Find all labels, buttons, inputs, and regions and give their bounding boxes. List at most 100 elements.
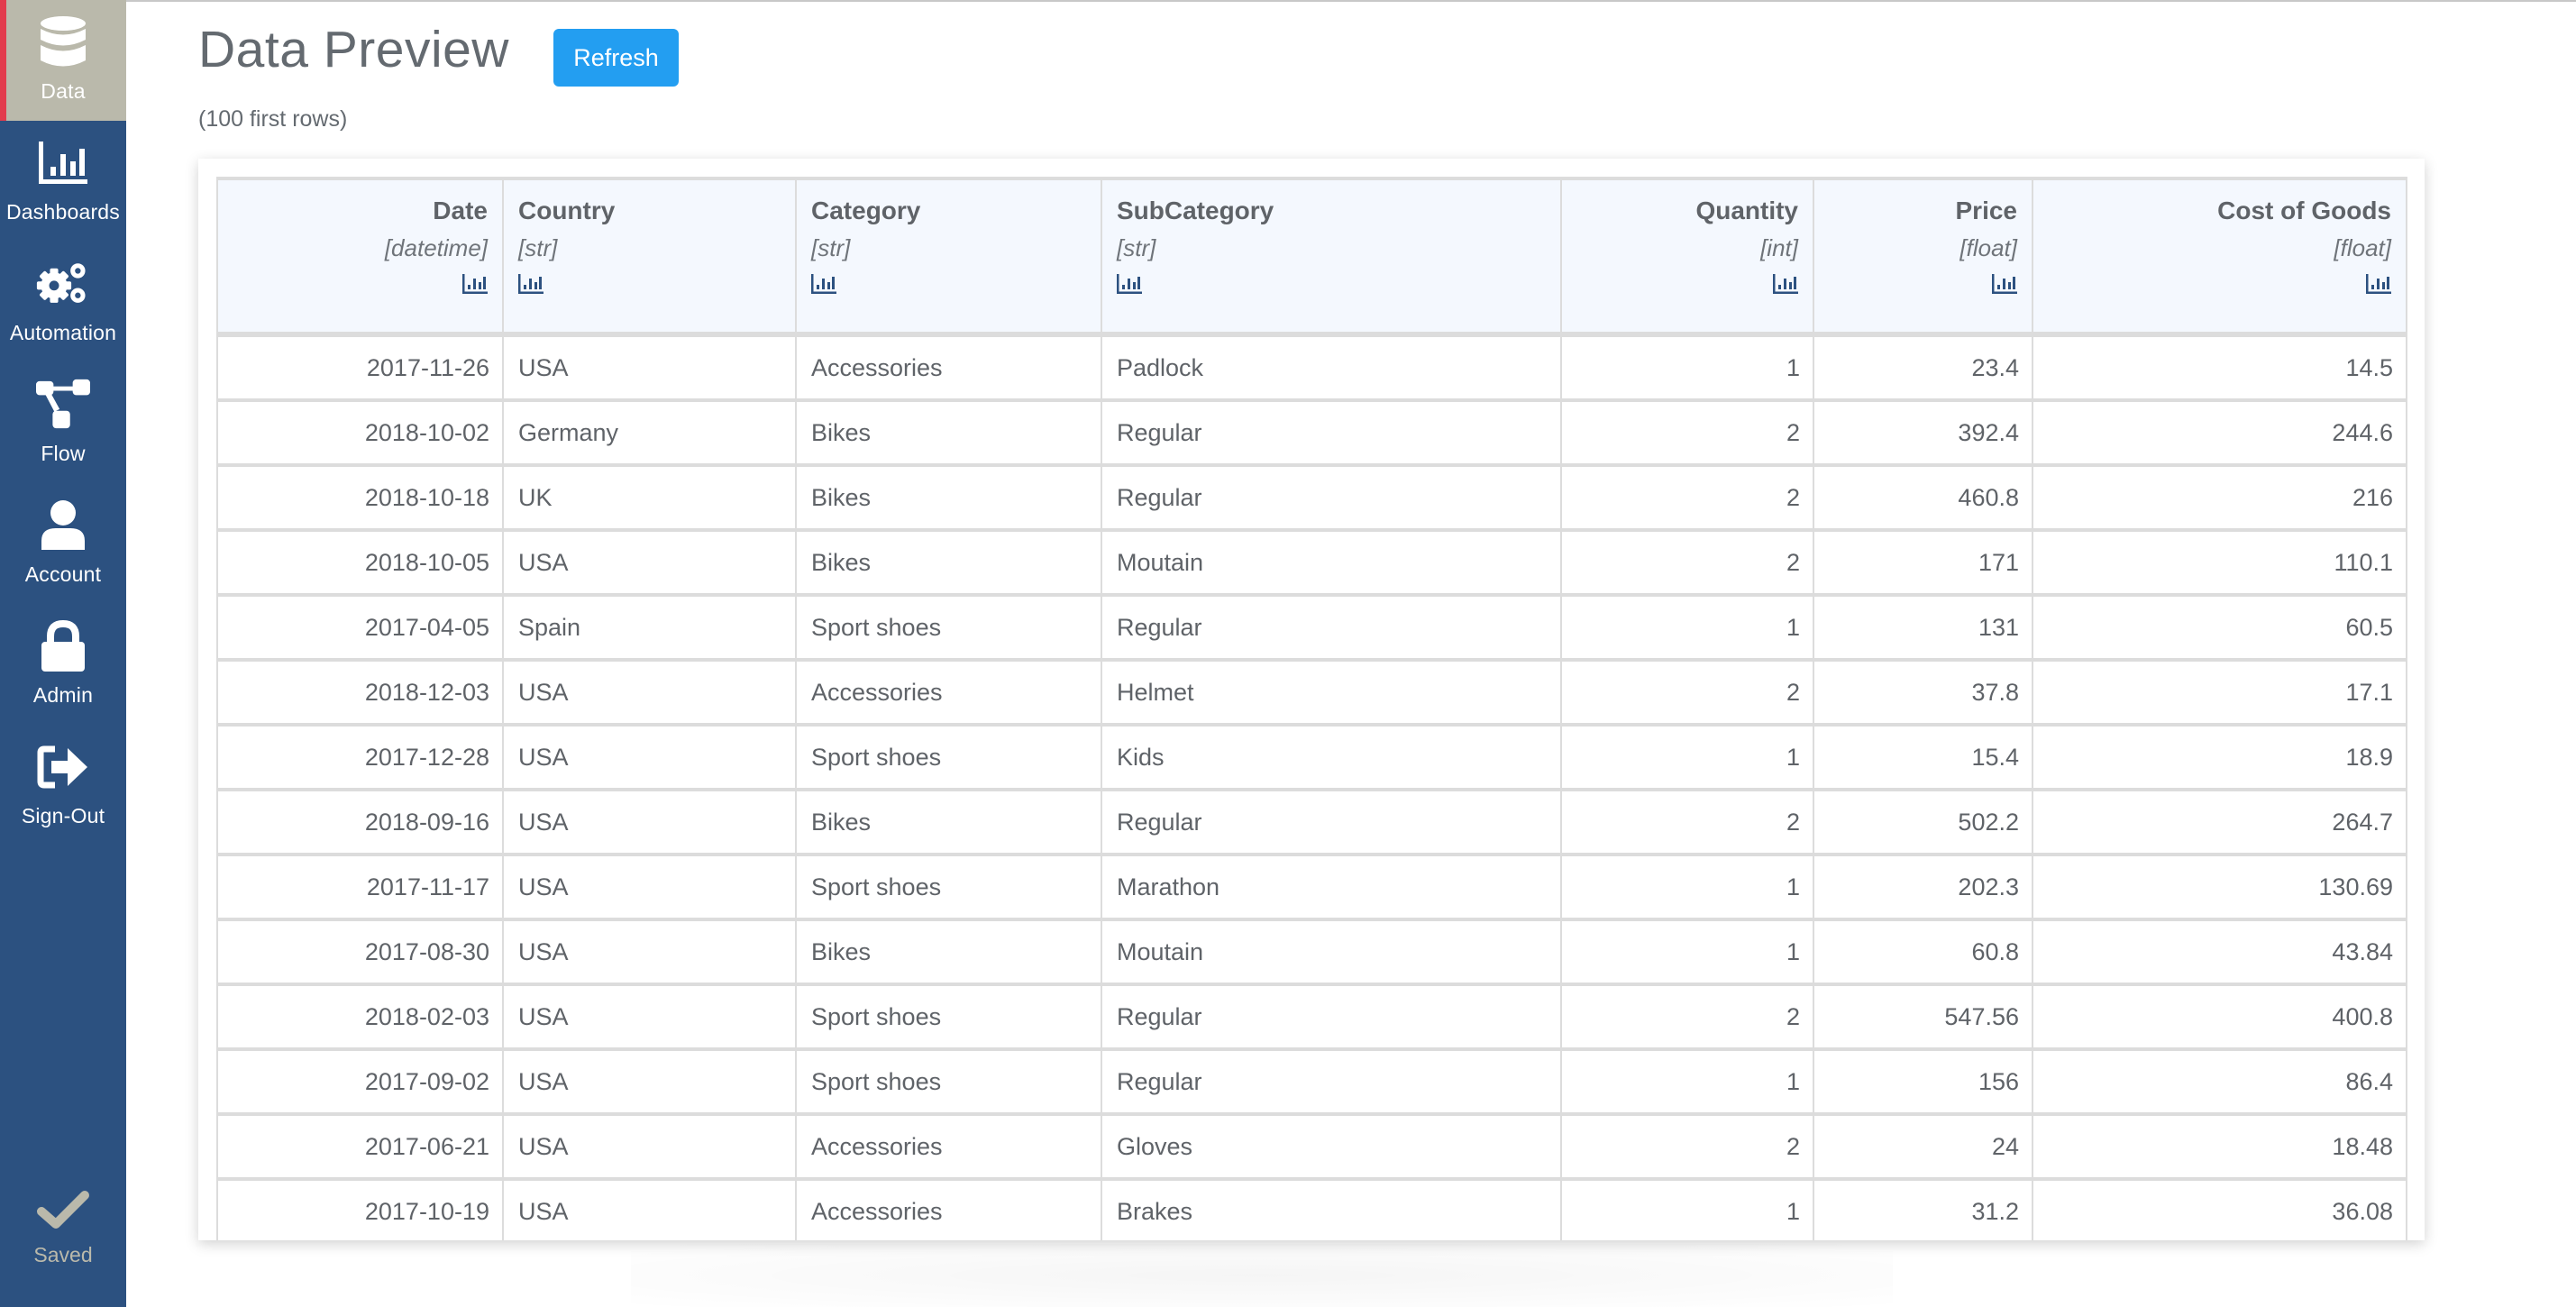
cell-price: 547.56: [1813, 983, 2033, 1050]
cell-quantity: 1: [1560, 918, 1814, 985]
table-row[interactable]: 2018-10-05 USA Bikes Moutain 2 171 110.1: [216, 528, 2407, 596]
table-row[interactable]: 2018-02-03 USA Sport shoes Regular 2 547.56 40…: [216, 983, 2407, 1050]
flow-icon: [36, 377, 90, 433]
cell-price: 31.2: [1813, 1177, 2033, 1240]
cell-country: Spain: [502, 593, 797, 661]
cell-country: USA: [502, 918, 797, 985]
column-header-cost-of-goods[interactable]: Cost of Goods [float]: [2032, 177, 2407, 337]
table-row[interactable]: 2017-09-02 USA Sport shoes Regular 1 156 86.4: [216, 1047, 2407, 1115]
column-type: [str]: [1117, 234, 1156, 261]
cell-category: Bikes: [795, 788, 1102, 855]
cell-country: USA: [502, 723, 797, 791]
table-row[interactable]: 2017-08-30 USA Bikes Moutain 1 60.8 43.84: [216, 918, 2407, 985]
refresh-button[interactable]: Refresh: [553, 29, 679, 87]
sidebar-item-label: Sign-Out: [21, 804, 105, 827]
sidebar-item-flow[interactable]: Flow: [0, 362, 126, 483]
cell-cost-of-goods: 216: [2032, 463, 2407, 531]
cell-quantity: 1: [1560, 1047, 1814, 1115]
cell-date: 2018-12-03: [216, 658, 504, 726]
bar-chart-icon: [36, 135, 90, 191]
cell-price: 24: [1813, 1112, 2033, 1180]
sidebar-item-automation[interactable]: Automation: [0, 242, 126, 362]
table-row[interactable]: 2018-09-16 USA Bikes Regular 2 502.2 264.7: [216, 788, 2407, 855]
cell-subcategory: Brakes: [1101, 1177, 1562, 1240]
cell-date: 2017-11-17: [216, 853, 504, 920]
column-header-quantity[interactable]: Quantity [int]: [1560, 177, 1814, 337]
cell-quantity: 2: [1560, 463, 1814, 531]
table-row[interactable]: 2017-11-17 USA Sport shoes Marathon 1 202.3 13…: [216, 853, 2407, 920]
cell-price: 156: [1813, 1047, 2033, 1115]
cell-date: 2018-10-05: [216, 528, 504, 596]
cell-cost-of-goods: 244.6: [2032, 398, 2407, 466]
data-preview-card: Date [datetime] Country [str] Category [str] S…: [198, 159, 2425, 1240]
cell-subcategory: Regular: [1101, 788, 1562, 855]
column-chart-icon[interactable]: [1773, 271, 1798, 300]
sidebar-item-account[interactable]: Account: [0, 483, 126, 604]
column-chart-icon[interactable]: [1117, 271, 1142, 300]
sidebar-item-dashboards[interactable]: Dashboards: [0, 121, 126, 242]
column-name: Price: [1955, 197, 2018, 224]
sidebar-item-data[interactable]: Data: [0, 0, 126, 121]
cell-cost-of-goods: 86.4: [2032, 1047, 2407, 1115]
column-chart-icon[interactable]: [811, 271, 836, 300]
column-chart-icon[interactable]: [518, 271, 544, 300]
column-header-category[interactable]: Category [str]: [795, 177, 1102, 337]
cell-country: USA: [502, 1112, 797, 1180]
table-row[interactable]: 2018-10-02 Germany Bikes Regular 2 392.4 244.6: [216, 398, 2407, 466]
save-status: Saved: [0, 1190, 126, 1307]
sidebar-item-admin[interactable]: Admin: [0, 604, 126, 725]
top-border: [0, 0, 2576, 2]
cell-subcategory: Regular: [1101, 398, 1562, 466]
sidebar-item-sign-out[interactable]: Sign-Out: [0, 725, 126, 845]
cell-cost-of-goods: 18.9: [2032, 723, 2407, 791]
cell-category: Sport shoes: [795, 1047, 1102, 1115]
table-row[interactable]: 2017-11-26 USA Accessories Padlock 1 23.4 14.5: [216, 333, 2407, 401]
cell-cost-of-goods: 60.5: [2032, 593, 2407, 661]
sidebar-item-label: Automation: [9, 321, 117, 344]
cell-country: USA: [502, 528, 797, 596]
cell-quantity: 2: [1560, 528, 1814, 596]
column-header-date[interactable]: Date [datetime]: [216, 177, 504, 337]
cell-category: Accessories: [795, 1177, 1102, 1240]
lock-icon: [36, 618, 90, 674]
column-header-country[interactable]: Country [str]: [502, 177, 797, 337]
column-type: [float]: [1959, 234, 2017, 261]
table-row[interactable]: 2017-06-21 USA Accessories Gloves 2 24 18.48: [216, 1112, 2407, 1180]
column-chart-icon[interactable]: [462, 271, 488, 300]
cell-quantity: 2: [1560, 398, 1814, 466]
cell-date: 2017-04-05: [216, 593, 504, 661]
cell-country: UK: [502, 463, 797, 531]
cell-date: 2017-12-28: [216, 723, 504, 791]
cell-date: 2018-09-16: [216, 788, 504, 855]
sidebar: Data Dashboards Automation Flow Account …: [0, 0, 126, 1307]
table-row[interactable]: 2017-04-05 Spain Sport shoes Regular 1 131 60.…: [216, 593, 2407, 661]
cell-subcategory: Kids: [1101, 723, 1562, 791]
data-table: Date [datetime] Country [str] Category [str] S…: [216, 177, 2407, 1240]
table-row[interactable]: 2018-12-03 USA Accessories Helmet 2 37.8 17.1: [216, 658, 2407, 726]
cell-price: 60.8: [1813, 918, 2033, 985]
table-row[interactable]: 2017-12-28 USA Sport shoes Kids 1 15.4 18.9: [216, 723, 2407, 791]
table-row[interactable]: 2017-10-19 USA Accessories Brakes 1 31.2 36.08: [216, 1177, 2407, 1240]
column-chart-icon[interactable]: [1992, 271, 2017, 300]
gears-icon: [36, 256, 90, 312]
column-header-price[interactable]: Price [float]: [1813, 177, 2033, 337]
cell-quantity: 1: [1560, 853, 1814, 920]
cell-category: Sport shoes: [795, 723, 1102, 791]
cell-subcategory: Regular: [1101, 983, 1562, 1050]
cell-cost-of-goods: 17.1: [2032, 658, 2407, 726]
cell-subcategory: Regular: [1101, 463, 1562, 531]
column-chart-icon[interactable]: [2366, 271, 2391, 300]
cell-quantity: 1: [1560, 723, 1814, 791]
cell-quantity: 2: [1560, 1112, 1814, 1180]
table-row[interactable]: 2018-10-18 UK Bikes Regular 2 460.8 216: [216, 463, 2407, 531]
check-icon: [36, 1190, 90, 1236]
cell-category: Bikes: [795, 463, 1102, 531]
cell-price: 460.8: [1813, 463, 2033, 531]
column-type: [str]: [811, 234, 851, 261]
sidebar-item-label: Data: [41, 79, 86, 103]
cell-category: Accessories: [795, 1112, 1102, 1180]
cell-subcategory: Regular: [1101, 593, 1562, 661]
cell-quantity: 1: [1560, 333, 1814, 401]
sign-out-icon: [36, 739, 90, 795]
column-header-subcategory[interactable]: SubCategory [str]: [1101, 177, 1562, 337]
